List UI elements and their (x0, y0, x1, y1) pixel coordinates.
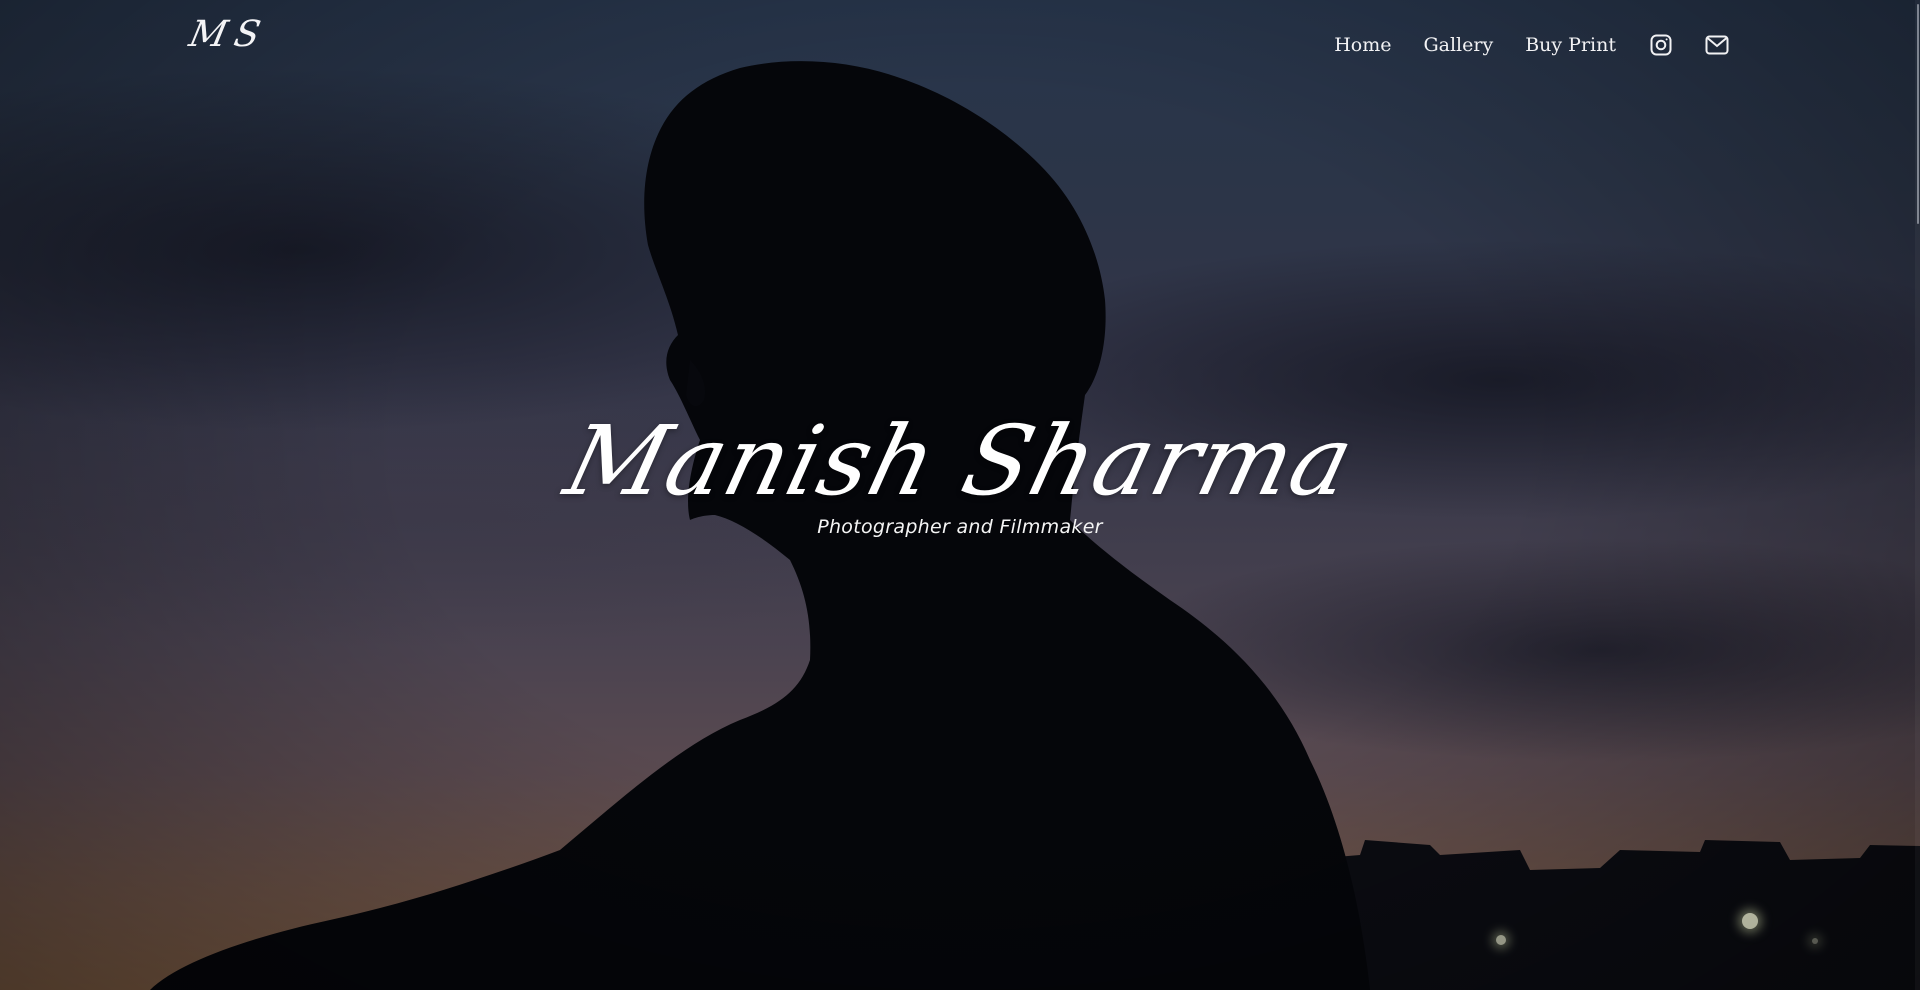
hero-subtitle: Photographer and Filmmaker (817, 516, 1103, 538)
hero-section: MS Home Gallery Buy Print Manish Sharma … (0, 0, 1920, 990)
scrollbar-thumb[interactable] (1917, 4, 1919, 224)
city-light (1496, 935, 1506, 945)
city-light (1812, 938, 1818, 944)
instagram-icon[interactable] (1648, 32, 1674, 58)
hero-title: Manish Sharma (555, 405, 1365, 517)
nav-buy-print-link[interactable]: Buy Print (1525, 26, 1616, 64)
nav-home-link[interactable]: Home (1334, 26, 1391, 64)
city-light (1742, 913, 1758, 929)
mail-icon[interactable] (1704, 32, 1730, 58)
page-scrollbar[interactable] (1915, 0, 1920, 990)
nav-menu: Home Gallery Buy Print (1334, 26, 1730, 64)
top-navigation: MS Home Gallery Buy Print (0, 0, 1920, 90)
nav-gallery-link[interactable]: Gallery (1423, 26, 1493, 64)
site-logo[interactable]: MS (186, 14, 272, 55)
skyline-silhouette (1300, 840, 1920, 990)
